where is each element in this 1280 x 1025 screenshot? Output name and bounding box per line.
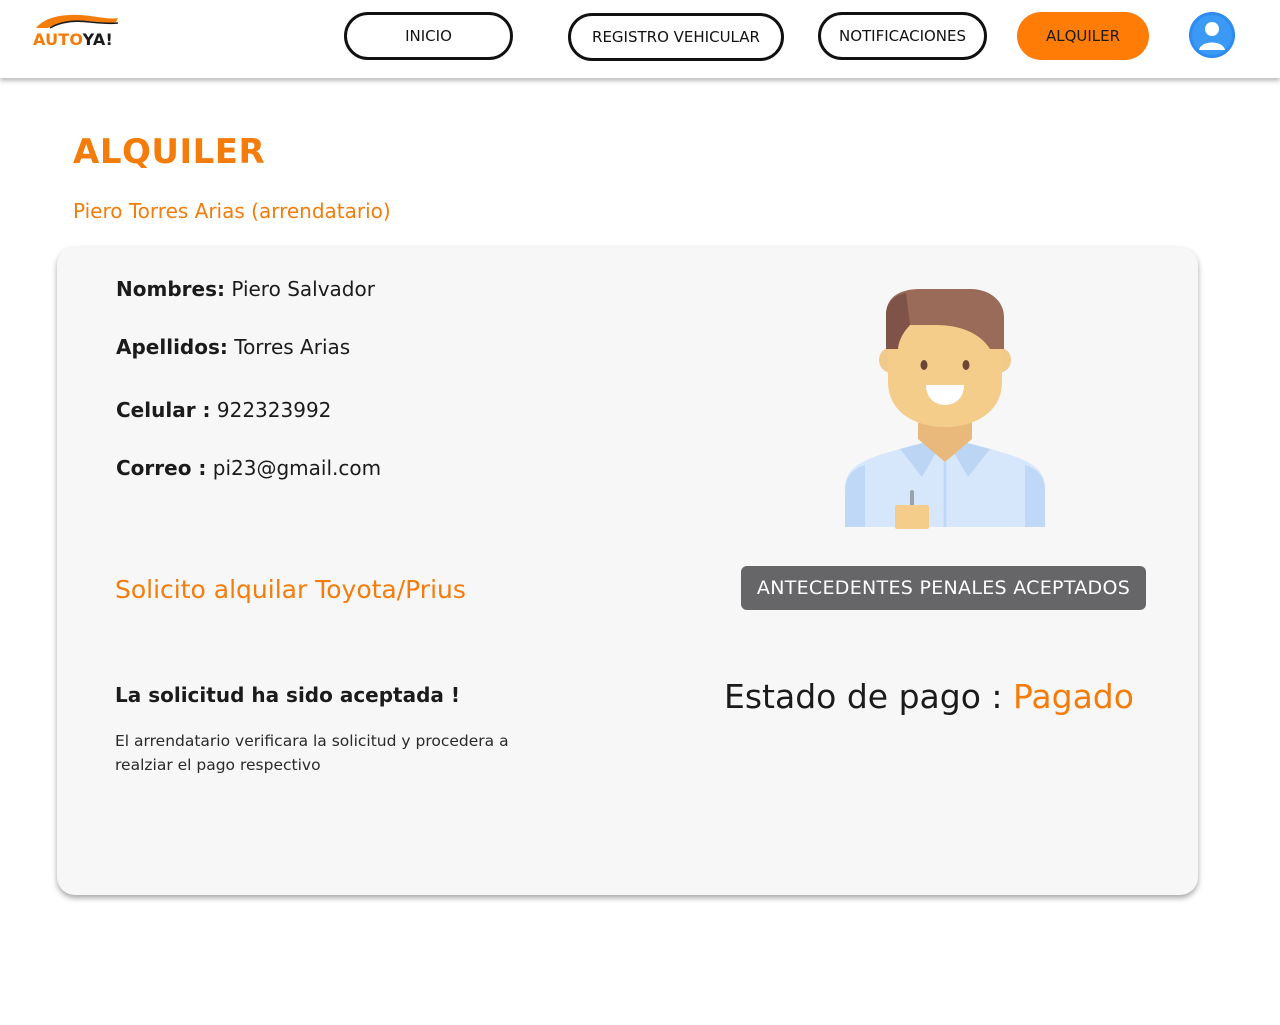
page-title: ALQUILER (73, 132, 266, 172)
apellidos-label: Apellidos: (116, 335, 228, 359)
page-subtitle: Piero Torres Arias (arrendatario) (73, 199, 391, 223)
nav-notificaciones-label: NOTIFICACIONES (838, 27, 967, 45)
logo-wordmark: AUTOYA! (33, 30, 113, 49)
request-status-description: El arrendatario verificara la solicitud … (115, 732, 509, 774)
nombres-label: Nombres: (116, 277, 225, 301)
nav-alquiler-button[interactable]: ALQUILER (1017, 12, 1149, 60)
payment-status-value: Pagado (1012, 677, 1134, 716)
nav-registro-vehicular-button[interactable]: REGISTRO VEHICULAR (568, 13, 784, 61)
celular-label: Celular : (116, 398, 211, 422)
user-avatar-icon[interactable] (1189, 12, 1235, 58)
nombres-value: Piero Salvador (231, 277, 375, 301)
request-status-title: La solicitud ha sido aceptada ! (115, 683, 461, 707)
apellidos-value: Torres Arias (234, 335, 351, 359)
field-correo: Correo : pi23@gmail.com (116, 456, 381, 480)
nav-inicio-button[interactable]: INICIO (344, 12, 513, 60)
nav-registro-label: REGISTRO VEHICULAR (592, 28, 760, 46)
correo-label: Correo : (116, 456, 207, 480)
field-apellidos: Apellidos: Torres Arias (116, 335, 350, 359)
top-navbar: AUTOYA! INICIO REGISTRO VEHICULAR NOTIFI… (0, 0, 1280, 78)
nav-alquiler-label: ALQUILER (1045, 27, 1121, 45)
nav-inicio-label: INICIO (405, 27, 452, 45)
celular-value: 922323992 (216, 398, 332, 422)
person-illustration-icon (840, 287, 1050, 529)
payment-status-label: Estado de pago : (724, 677, 1013, 716)
antecedentes-status-badge: ANTECEDENTES PENALES ACEPTADOS (741, 566, 1146, 610)
payment-status: Estado de pago : Pagado (724, 677, 1134, 716)
autoya-logo[interactable]: AUTOYA! (30, 12, 122, 52)
nav-notificaciones-button[interactable]: NOTIFICACIONES (818, 12, 987, 60)
field-nombres: Nombres: Piero Salvador (116, 277, 375, 301)
field-celular: Celular : 922323992 (116, 398, 331, 422)
tenant-card: Nombres: Piero Salvador Apellidos: Torre… (57, 247, 1198, 895)
rental-request-text: Solicito alquilar Toyota/Prius (115, 575, 466, 604)
correo-value: pi23@gmail.com (212, 456, 382, 480)
